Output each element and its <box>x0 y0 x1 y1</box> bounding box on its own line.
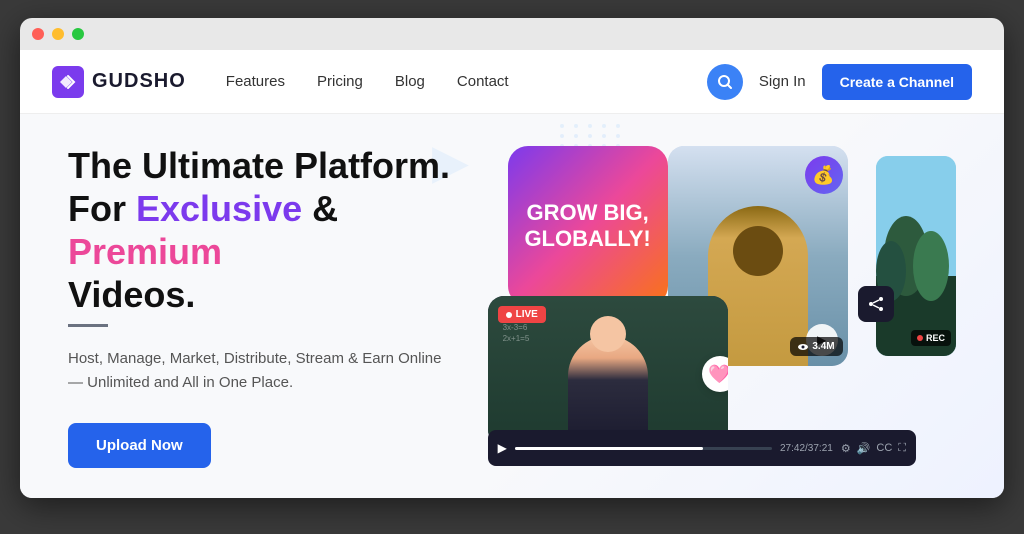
logo-text: GUDSHO <box>92 70 186 93</box>
upload-now-button[interactable]: Upload Now <box>68 423 211 468</box>
nav-features[interactable]: Features <box>226 73 285 90</box>
player-play-icon[interactable]: ▶ <box>498 441 507 455</box>
person-head <box>733 226 783 276</box>
money-badge: 💰 <box>805 156 843 194</box>
maximize-dot[interactable] <box>72 28 84 40</box>
navbar-left: GUDSHO Features Pricing Blog Contact <box>52 66 509 98</box>
create-channel-button[interactable]: Create a Channel <box>822 64 972 100</box>
live-label: LIVE <box>516 309 538 320</box>
share-icon <box>868 296 884 312</box>
live-indicator-dot <box>506 312 512 318</box>
volume-icon[interactable]: 🔊 <box>857 442 871 455</box>
settings-icon[interactable]: ⚙ <box>841 442 851 455</box>
player-current-time: 27:42 <box>780 443 805 454</box>
nav-pricing[interactable]: Pricing <box>317 73 363 90</box>
title-separator: & <box>302 188 338 229</box>
nav-links: Features Pricing Blog Contact <box>226 73 509 90</box>
titlebar <box>20 18 1004 50</box>
stats-count: 3.4M <box>812 341 834 352</box>
stats-badge: 3.4M <box>790 337 842 356</box>
nav-blog[interactable]: Blog <box>395 73 425 90</box>
nature-scene <box>876 156 956 356</box>
video-player-bar: ▶ 27:42/37:21 ⚙ 🔊 CC ⛶ <box>488 430 916 466</box>
nav-contact[interactable]: Contact <box>457 73 509 90</box>
title-separator-line <box>68 324 108 327</box>
title-for-prefix: For <box>68 188 136 229</box>
fullscreen-icon[interactable]: ⛶ <box>898 442 906 455</box>
close-dot[interactable] <box>32 28 44 40</box>
nature-card: REC <box>876 156 956 356</box>
player-progress-fill <box>515 447 703 450</box>
grow-big-text: GROW BIG, GLOBALLY! <box>508 190 668 263</box>
browser-window: GUDSHO Features Pricing Blog Contact <box>20 18 1004 498</box>
player-controls: ⚙ 🔊 CC ⛶ <box>841 442 906 455</box>
heart-icon: 🩷 <box>708 364 727 385</box>
captions-icon[interactable]: CC <box>876 442 892 455</box>
player-total-time: 37:21 <box>808 443 833 454</box>
player-time: 27:42/37:21 <box>780 443 833 454</box>
page-content: GUDSHO Features Pricing Blog Contact <box>20 50 1004 498</box>
rec-badge: REC <box>911 330 951 346</box>
share-badge <box>858 286 894 322</box>
rec-label: REC <box>926 333 945 343</box>
search-icon <box>717 74 733 90</box>
grow-big-card: GROW BIG, GLOBALLY! <box>508 146 668 306</box>
live-card-bg: x-6=10 3x-3=6 2x+1=5 LIVE <box>488 296 728 446</box>
logo[interactable]: GUDSHO <box>52 66 186 98</box>
logo-icon <box>52 66 84 98</box>
hero-section: The Ultimate Platform. For Exclusive & P… <box>20 114 1004 498</box>
teacher-head <box>590 316 626 352</box>
title-exclusive: Exclusive <box>136 188 302 229</box>
live-video-card: x-6=10 3x-3=6 2x+1=5 LIVE <box>488 296 728 446</box>
sign-in-link[interactable]: Sign In <box>759 73 806 90</box>
navbar-right: Sign In Create a Channel <box>707 64 972 100</box>
title-line3: Videos. <box>68 274 195 315</box>
navbar: GUDSHO Features Pricing Blog Contact <box>20 50 1004 114</box>
eye-icon <box>798 342 808 352</box>
title-premium: Premium <box>68 231 222 272</box>
minimize-dot[interactable] <box>52 28 64 40</box>
player-progress-bar[interactable] <box>515 447 772 450</box>
hero-visual: GROW BIG, GLOBALLY! ▶ 💰 <box>488 136 956 476</box>
title-line1: The Ultimate Platform. <box>68 145 450 186</box>
live-badge: LIVE <box>498 306 546 323</box>
hero-subtitle: Host, Manage, Market, Distribute, Stream… <box>68 347 448 395</box>
hero-title: The Ultimate Platform. For Exclusive & P… <box>68 144 468 328</box>
hero-text: The Ultimate Platform. For Exclusive & P… <box>68 144 468 469</box>
search-button[interactable] <box>707 64 743 100</box>
rec-indicator-dot <box>917 335 923 341</box>
